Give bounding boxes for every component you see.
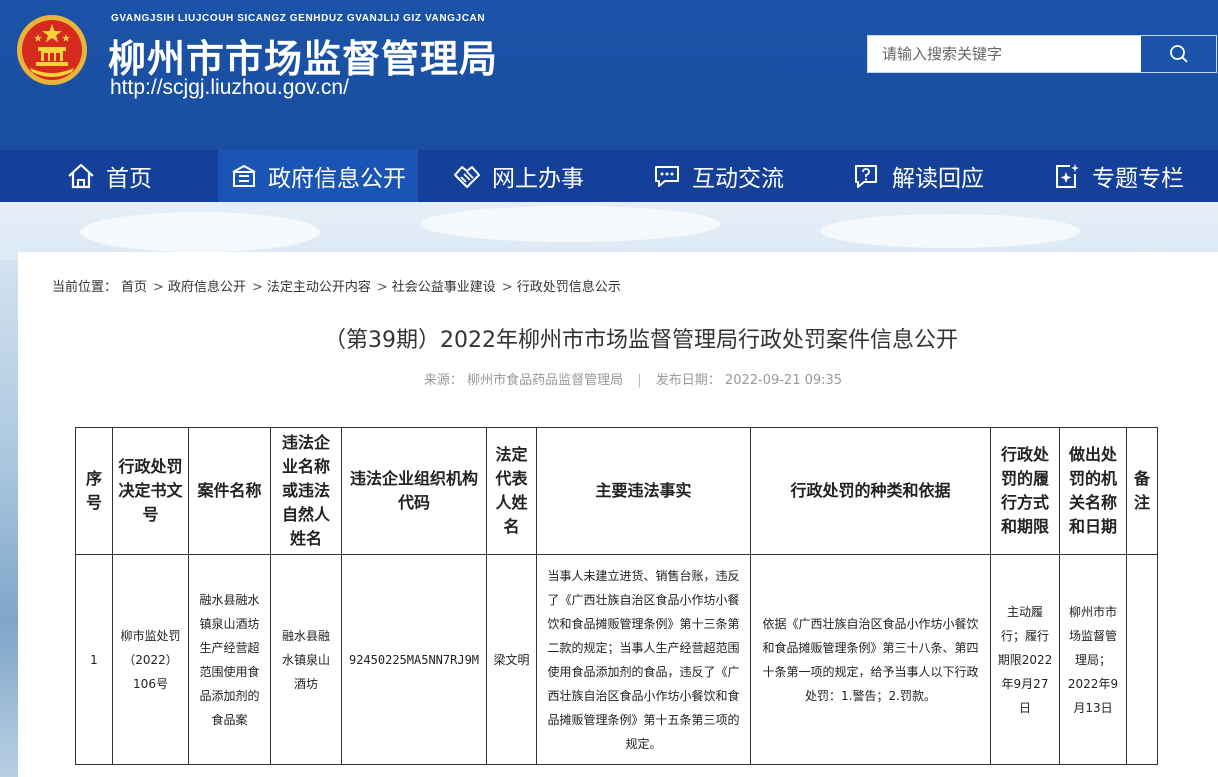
- header-cell: 违法企业组织机构代码: [341, 427, 487, 555]
- nav-item-government-info[interactable]: 政府信息公开: [218, 150, 418, 202]
- cell-violation-facts: 当事人未建立进货、销售台账，违反了《广西壮族自治区食品小作坊小餐饮和食品摊贩管理…: [536, 554, 751, 765]
- nav-item-online-services[interactable]: 网上办事: [418, 150, 618, 202]
- cell-remarks: [1126, 554, 1158, 765]
- date-value: 2022-09-21 09:35: [724, 373, 843, 388]
- cell-index: 1: [75, 554, 113, 765]
- banner-side-strip: [0, 260, 18, 777]
- breadcrumb-public-welfare[interactable]: 社会公益事业建设: [392, 280, 496, 295]
- cell-party-name: 融水县融水镇泉山酒坊: [270, 554, 342, 765]
- cell-fulfillment: 主动履行；履行期限2022年9月27日: [990, 554, 1060, 765]
- header-cell: 行政处罚的种类和依据: [750, 427, 991, 555]
- nav-item-interpretation[interactable]: 解读回应: [818, 150, 1018, 202]
- breadcrumb-prefix: 当前位置：: [52, 280, 118, 295]
- nav-label-government-info: 政府信息公开: [268, 166, 406, 192]
- table-header-row: 序号 行政处罚决定书文号 案件名称 违法企业名称或违法自然人姓名 违法企业组织机…: [75, 427, 1158, 555]
- nav-label-interaction: 互动交流: [692, 166, 784, 192]
- site-name[interactable]: 柳州市市场监督管理局: [108, 28, 498, 83]
- header-cell: 序号: [75, 427, 113, 555]
- breadcrumb-separator: >: [251, 280, 263, 295]
- search-box: [867, 35, 1217, 73]
- cell-legal-rep: 梁文明: [486, 554, 537, 765]
- date-label: 发布日期：: [655, 373, 721, 388]
- penalty-table: 序号 行政处罚决定书文号 案件名称 违法企业名称或违法自然人姓名 违法企业组织机…: [75, 427, 1158, 765]
- source-label: 来源：: [423, 373, 463, 388]
- header-cell: 法定代表人姓名: [486, 427, 537, 555]
- header-cell: 违法企业名称或违法自然人姓名: [270, 427, 342, 555]
- cell-penalty-basis: 依据《广西壮族自治区食品小作坊小餐饮和食品摊贩管理条例》第三十八条、第四十条第一…: [750, 554, 991, 765]
- nav-item-interaction[interactable]: 互动交流: [618, 150, 818, 202]
- search-button[interactable]: [1141, 36, 1216, 72]
- header-cell: 主要违法事实: [536, 427, 751, 555]
- article-title: （第39期）2022年柳州市市场监督管理局行政处罚案件信息公开: [324, 328, 958, 353]
- handshake-icon: [454, 166, 480, 188]
- breadcrumb-statutory-content[interactable]: 法定主动公开内容: [267, 280, 371, 295]
- nav-label-interpretation: 解读回应: [892, 166, 984, 192]
- nav-item-special-topics[interactable]: 专题专栏: [1018, 150, 1218, 202]
- breadcrumb-separator: >: [376, 280, 388, 295]
- nav-label-online-services: 网上办事: [492, 166, 584, 192]
- header-cell: 行政处罚的履行方式和期限: [990, 427, 1060, 555]
- nav-label-special-topics: 专题专栏: [1092, 166, 1184, 192]
- national-emblem-icon[interactable]: [16, 14, 88, 86]
- nav-item-home[interactable]: 首页: [0, 150, 218, 202]
- breadcrumb-home[interactable]: 首页: [121, 280, 147, 295]
- header-cell: 案件名称: [188, 427, 271, 555]
- table-row: 1 柳市监处罚（2022）106号 融水县融水镇泉山酒坊生产经营超范围使用食品添…: [75, 554, 1158, 765]
- search-icon: [1169, 45, 1188, 63]
- source-value: 柳州市食品药品监督管理局: [467, 373, 624, 388]
- meta-divider: |: [637, 373, 642, 388]
- content-panel: 当前位置： 首页 > 政府信息公开 > 法定主动公开内容 > 社会公益事业建设 > 行政处罚信息公…: [18, 252, 1218, 777]
- site-header: GVANGJSIH LIUJCOUH SICANGZ GENHDUZ GVANJ…: [0, 0, 1218, 150]
- breadcrumb-penalty-info[interactable]: 行政处罚信息公示: [517, 280, 621, 295]
- header-cell: 做出处罚的机关名称和日期: [1059, 427, 1127, 555]
- site-url[interactable]: http://scjgj.liuzhou.gov.cn/: [110, 76, 349, 100]
- cell-decision-number: 柳市监处罚（2022）106号: [112, 554, 189, 765]
- chat-icon: [655, 166, 679, 187]
- breadcrumb-separator: >: [501, 280, 513, 295]
- article-meta: 来源： 柳州市食品药品监督管理局 | 发布日期： 2022-09-21 09:3…: [18, 369, 1218, 388]
- spark-doc-icon: [1056, 164, 1079, 188]
- search-input[interactable]: [868, 36, 1142, 72]
- question-chat-icon: [855, 165, 877, 188]
- building-icon: [232, 164, 256, 187]
- nav-label-home: 首页: [106, 166, 152, 192]
- breadcrumb: 当前位置： 首页 > 政府信息公开 > 法定主动公开内容 > 社会公益事业建设 > 行政处罚信息公…: [52, 276, 625, 295]
- breadcrumb-government-info[interactable]: 政府信息公开: [168, 280, 246, 295]
- header-cell: 备注: [1126, 427, 1158, 555]
- header-cell: 行政处罚决定书文号: [112, 427, 189, 555]
- cell-org-code: 92450225MA5NN7RJ9M: [341, 554, 487, 765]
- main-nav: 首页 政府信息公开 网上办事 互动交流 解读回应 专题专栏: [0, 150, 1218, 202]
- cell-authority-date: 柳州市市场监督管理局；2022年9月13日: [1059, 554, 1127, 765]
- site-pinyin: GVANGJSIH LIUJCOUH SICANGZ GENHDUZ GVANJ…: [111, 13, 486, 24]
- cell-case-name: 融水县融水镇泉山酒坊生产经营超范围使用食品添加剂的食品案: [188, 554, 271, 765]
- breadcrumb-separator: >: [153, 280, 164, 295]
- home-icon: [68, 163, 94, 189]
